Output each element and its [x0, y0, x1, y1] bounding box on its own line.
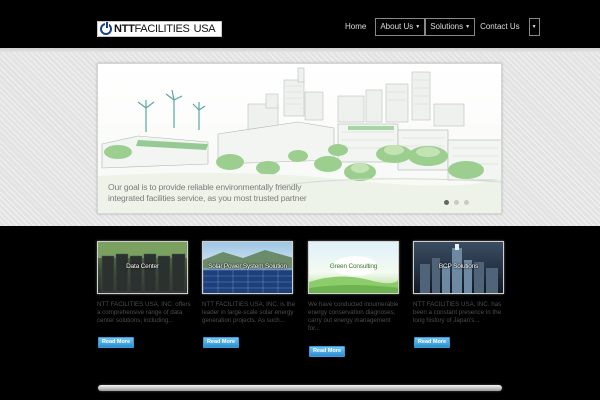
band-shadow [0, 48, 600, 52]
service-description: NTT FACILITIES USA, INC. is the leader i… [202, 301, 296, 324]
service-title: BCP Solutions [438, 263, 479, 270]
site-header: NTTFACILITIES USA Home About Us ▼ Solution… [0, 0, 600, 48]
service-description: NTT FACILITIES USA, INC. offers a compre… [97, 301, 191, 324]
service-tile-data-center[interactable]: Data Center [97, 241, 188, 294]
slider-dot-3[interactable] [464, 200, 469, 205]
nav-about-us[interactable]: About Us ▼ [375, 18, 426, 36]
read-more-button[interactable]: Read More [98, 337, 134, 348]
main-nav: Home About Us ▼ Solutions ▼ Contact Us ▼ [340, 18, 540, 36]
nav-contact-us[interactable]: Contact Us [475, 18, 525, 36]
read-more-button[interactable]: Read More [203, 337, 239, 348]
service-title: Green Consulting [329, 263, 378, 270]
caret-down-icon: ▼ [465, 24, 471, 30]
caption-line-1: Our goal is to provide reliable environm… [108, 182, 302, 192]
site-logo[interactable]: NTTFACILITIES USA [97, 21, 222, 37]
service-tile-green-consulting[interactable]: Green Consulting [308, 241, 399, 294]
service-title: Data Center [126, 263, 159, 270]
ntt-logo-icon [100, 22, 112, 35]
caret-down-icon: ▼ [415, 24, 421, 30]
nav-home[interactable]: Home [340, 18, 371, 36]
service-tile-solar[interactable]: Solar Power System Solution [202, 241, 293, 294]
read-more-button[interactable]: Read More [414, 337, 450, 348]
slider-caption: Our goal is to provide reliable environm… [108, 182, 307, 204]
hero-slider[interactable]: Our goal is to provide reliable environm… [97, 63, 502, 214]
read-more-button[interactable]: Read More [309, 346, 345, 357]
nav-solutions[interactable]: Solutions ▼ [425, 18, 476, 36]
services-section [0, 226, 600, 400]
slider-dot-1[interactable] [444, 200, 449, 205]
service-description: We have conducted innumerable energy con… [308, 301, 399, 332]
footer-divider [98, 385, 502, 391]
nav-menu-toggle[interactable]: ▼ [528, 18, 540, 36]
caption-line-2: integrated facilities service, as you mo… [108, 193, 307, 203]
caret-down-icon: ▼ [531, 24, 537, 30]
service-description: NTT FACILITIES USA, INC. has been a cons… [413, 301, 502, 324]
service-title: Solar Power System Solution [208, 263, 287, 270]
logo-text: NTTFACILITIES USA [114, 23, 216, 35]
slider-dot-2[interactable] [454, 200, 459, 205]
service-tile-bcp[interactable]: BCP Solutions [413, 241, 504, 294]
